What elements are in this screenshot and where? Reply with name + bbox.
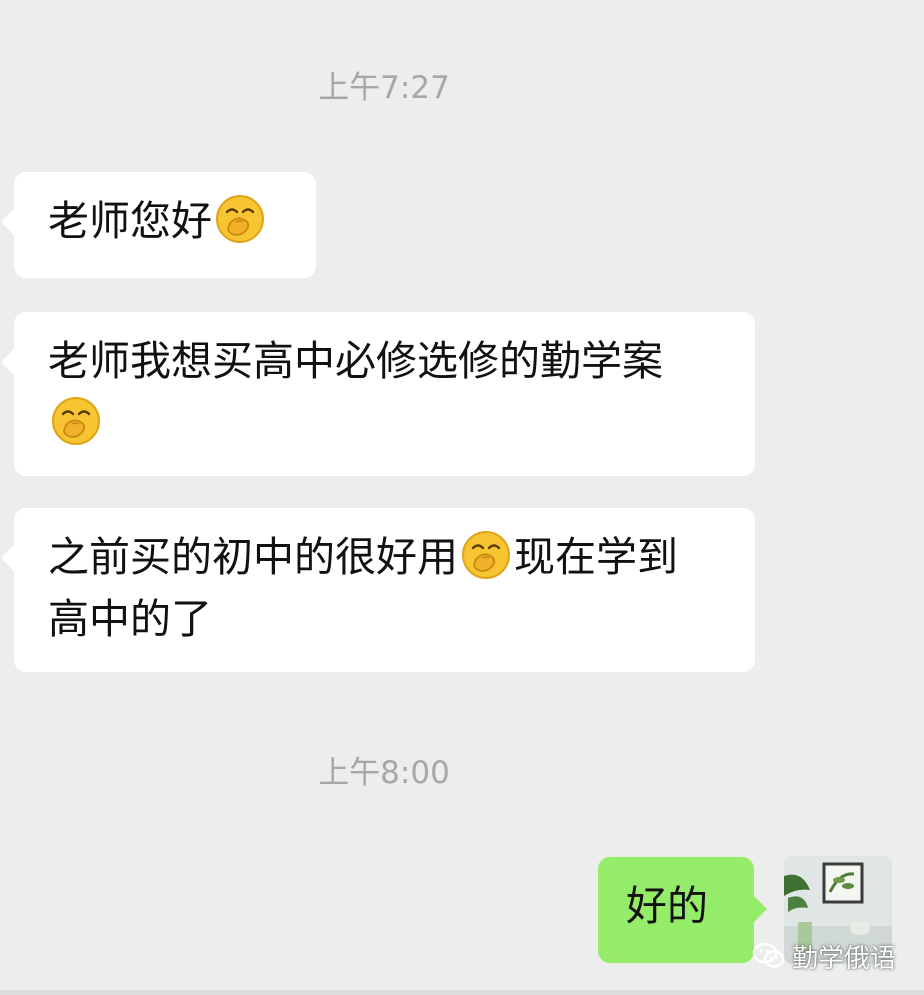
message-text: 老师我想买高中必修选修的勤学案 (48, 337, 663, 385)
thinking-hand-over-mouth-emoji (462, 531, 510, 579)
incoming-message-bubble[interactable]: 之前买的初中的很好用 现在学到 高中的了 (1, 508, 755, 672)
outgoing-message-bubble[interactable]: 好的 (598, 857, 767, 963)
watermark-text: 勤学俄语 (791, 943, 896, 974)
message-text: 之前买的初中的很好用 (48, 533, 458, 581)
chat-window: 上午7:27 老师您好 老师我想买高中必修选修的勤学案 之前买的初中的很好用 现… (0, 0, 924, 995)
message-text: 现在学到 (514, 533, 678, 581)
incoming-message-bubble[interactable]: 老师我想买高中必修选修的勤学案 (1, 312, 755, 476)
wechat-icon (752, 942, 785, 968)
timestamp: 上午7:27 (318, 70, 450, 106)
thinking-hand-over-mouth-emoji (216, 195, 264, 243)
incoming-message-bubble[interactable]: 老师您好 (1, 172, 316, 278)
message-text: 高中的了 (48, 595, 212, 643)
watermark: 勤学俄语 (752, 936, 896, 976)
thinking-hand-over-mouth-emoji (52, 397, 100, 445)
divider (0, 990, 924, 995)
message-text: 老师您好 (48, 197, 212, 245)
message-text: 好的 (626, 882, 708, 930)
timestamp: 上午8:00 (318, 755, 450, 791)
